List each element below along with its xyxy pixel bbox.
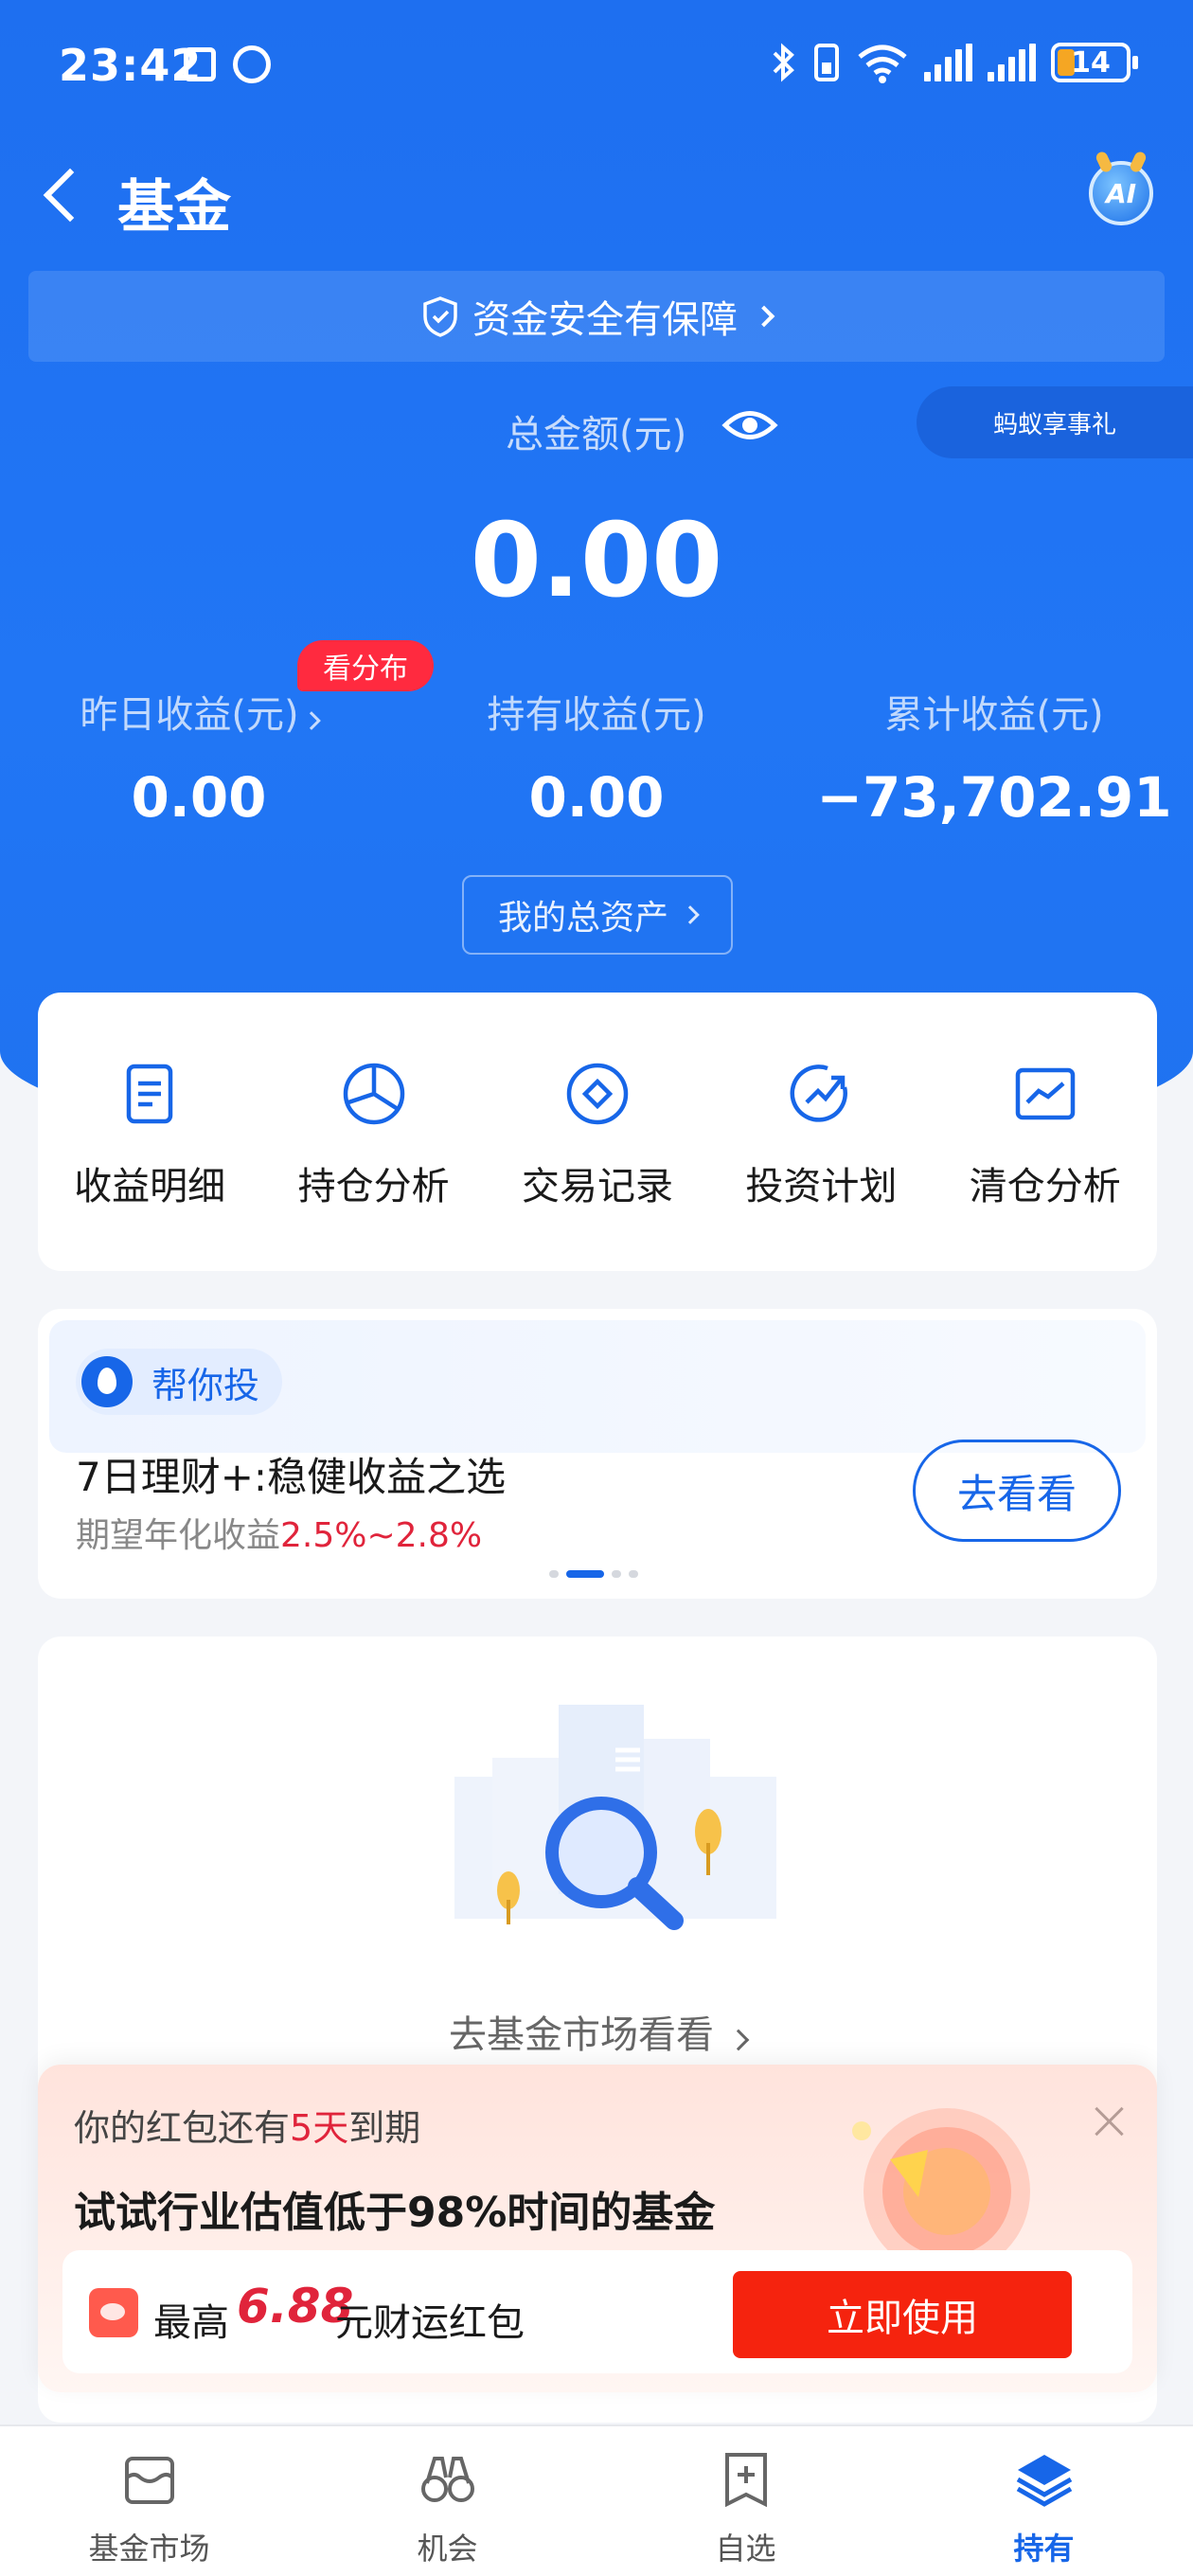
phone-vibrate-icon: [814, 44, 839, 81]
promo-amount-prefix: 最高: [153, 2301, 229, 2345]
alarm-icon: [233, 45, 271, 83]
status-bar: 23:42 14: [0, 0, 1193, 133]
chevron-right-icon: [301, 711, 321, 730]
carousel-dots: [549, 1570, 638, 1578]
nav-fund-market[interactable]: 基金市场: [0, 2426, 298, 2576]
close-icon[interactable]: [1091, 2102, 1129, 2140]
safety-banner[interactable]: 资金安全有保障: [28, 271, 1165, 362]
signal-icon-2: [988, 44, 1036, 81]
promo-headline: 试试行业估值低于98%时间的基金: [74, 2189, 716, 2237]
feature-label: 收益明细: [74, 1165, 226, 1208]
help-invest-card[interactable]: 帮你投 7日理财+:稳健收益之选 期望年化收益2.5%~2.8% 去看看: [38, 1309, 1157, 1599]
promo-offer-bar: 最高 6.88 元财运红包 立即使用: [62, 2250, 1132, 2373]
trend-up-icon: [790, 1064, 848, 1122]
status-time: 23:42: [59, 40, 203, 91]
help-sub-prefix: 期望年化收益: [76, 1516, 281, 1555]
safety-text: 资金安全有保障: [472, 298, 738, 342]
nfc-icon: [184, 47, 216, 81]
line-chart-icon: [1015, 1067, 1075, 1120]
search-illustration: [454, 1705, 776, 1930]
metric-holding: 持有收益(元) 0.00: [398, 684, 795, 830]
pie-chart-icon: [343, 1063, 404, 1125]
metric-label: 持有收益(元): [487, 693, 706, 737]
feature-position-analysis[interactable]: 持仓分析: [279, 1059, 469, 1271]
feature-trade-records[interactable]: 交易记录: [503, 1059, 692, 1271]
battery-icon: 14: [1051, 43, 1138, 82]
wifi-icon: [858, 45, 907, 83]
bluetooth-icon: [773, 43, 794, 82]
promo-expiry-days: 5天: [290, 2107, 349, 2149]
total-amount: 0.00: [470, 502, 723, 620]
help-subline: 期望年化收益2.5%~2.8%: [76, 1508, 482, 1557]
layers-icon: [1016, 2455, 1072, 2507]
promo-expiry-prefix: 你的红包还有: [74, 2107, 291, 2149]
feature-income-detail[interactable]: 收益明细: [55, 1059, 244, 1271]
help-sub-rate: 2.5%~2.8%: [280, 1516, 483, 1555]
total-assets-label: 我的总资产: [497, 899, 668, 938]
add-bookmark-icon: [724, 2453, 767, 2508]
help-tag-label: 帮你投: [151, 1364, 260, 1406]
nav-opportunity[interactable]: 机会: [298, 2426, 596, 2576]
red-envelope-icon: [89, 2288, 138, 2337]
feature-grid: 收益明细 持仓分析 交易记录 投资计划 清仓分析: [38, 993, 1157, 1271]
use-now-button[interactable]: 立即使用: [733, 2271, 1072, 2358]
feature-invest-plan[interactable]: 投资计划: [726, 1059, 916, 1271]
nav-holding[interactable]: 持有: [895, 2426, 1193, 2576]
nav-label: 自选: [715, 2531, 776, 2567]
signal-icon-1: [924, 44, 972, 81]
chevron-right-icon: [727, 2029, 750, 2051]
metric-value: 0.00: [528, 765, 665, 830]
metric-label: 昨日收益(元): [80, 693, 299, 737]
side-promo-badge[interactable]: 蚂蚁享事礼: [917, 386, 1193, 458]
eye-icon[interactable]: [721, 402, 778, 449]
shield-icon: [423, 296, 457, 337]
bottom-nav: 基金市场 机会 自选 持有: [0, 2424, 1193, 2576]
nav-label: 持有: [1013, 2531, 1075, 2567]
total-assets-button[interactable]: 我的总资产: [462, 875, 733, 955]
side-promo-text: 蚂蚁享事礼: [992, 410, 1116, 439]
metric-yesterday[interactable]: 昨日收益(元) 0.00: [0, 684, 398, 830]
nav-label: 机会: [417, 2531, 478, 2567]
help-headline: 7日理财+:稳健收益之选: [76, 1454, 507, 1500]
nav-watchlist[interactable]: 自选: [596, 2426, 895, 2576]
total-label: 总金额(元): [506, 413, 687, 456]
feature-label: 持仓分析: [297, 1165, 450, 1208]
go-market-link[interactable]: 去基金市场看看: [38, 2004, 1157, 2059]
drop-icon: [81, 1356, 133, 1407]
promo-expiry-suffix: 到期: [348, 2107, 421, 2149]
metric-value: 0.00: [131, 765, 267, 830]
chevron-right-icon: [681, 905, 700, 924]
market-icon: [124, 2457, 174, 2504]
metric-label: 累计收益(元): [884, 693, 1104, 737]
document-icon: [126, 1064, 173, 1124]
red-packet-promo: 你的红包还有5天到期 试试行业估值低于98%时间的基金 最高 6.88 元财运红…: [38, 2065, 1157, 2392]
nav-label: 基金市场: [88, 2531, 210, 2567]
ai-label: AI: [1105, 177, 1137, 209]
metric-value: −73,702.91: [816, 765, 1172, 830]
feature-label: 交易记录: [521, 1165, 673, 1208]
go-market-label: 去基金市场看看: [449, 2013, 714, 2057]
promo-amount-suffix: 元财运红包: [335, 2301, 525, 2345]
back-chevron-icon[interactable]: [38, 167, 95, 224]
go-see-button[interactable]: 去看看: [913, 1440, 1121, 1542]
promo-expiry-text: 你的红包还有5天到期: [74, 2099, 420, 2151]
binoculars-icon: [420, 2457, 474, 2502]
metric-cumulative: 累计收益(元) −73,702.91: [795, 684, 1193, 830]
page-title: 基金: [117, 174, 231, 241]
ai-assistant-icon[interactable]: AI: [1089, 161, 1153, 225]
feature-label: 清仓分析: [969, 1165, 1121, 1208]
chevron-right-icon: [753, 305, 775, 328]
diamond-circle-icon: [566, 1063, 629, 1125]
feature-clearance-analysis[interactable]: 清仓分析: [951, 1059, 1140, 1271]
feature-label: 投资计划: [745, 1165, 898, 1208]
battery-level: 14: [1071, 45, 1111, 80]
